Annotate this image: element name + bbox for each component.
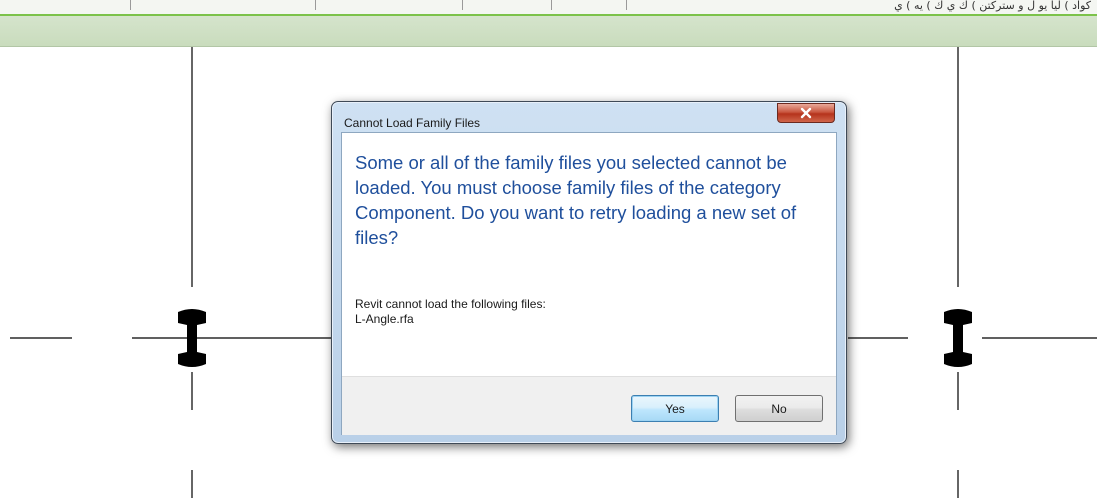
content-text: Revit cannot load the following files: L… [355, 297, 546, 327]
cannot-load-family-dialog: Cannot Load Family Files Some or all of … [331, 101, 847, 444]
dialog-title: Cannot Load Family Files [344, 116, 481, 130]
ribbon-separator [315, 0, 316, 10]
dialog-footer: Yes No [342, 376, 836, 435]
ribbon-panel-band [0, 16, 1097, 47]
steel-column-right [944, 309, 972, 367]
ribbon-separator [130, 0, 131, 10]
ribbon-tab-labels: كواد ) ليا يو ل و ستركتن ) ك ي ك ) يه ) … [894, 0, 1091, 12]
ribbon-separator [462, 0, 463, 10]
close-button[interactable] [777, 103, 835, 123]
no-button[interactable]: No [735, 395, 823, 422]
main-instruction: Some or all of the family files you sele… [355, 152, 797, 248]
ribbon-separator [551, 0, 552, 10]
ribbon-tab-strip: كواد ) ليا يو ل و ستركتن ) ك ي ك ) يه ) … [0, 0, 1097, 16]
yes-button[interactable]: Yes [631, 395, 719, 422]
ribbon-separator [626, 0, 627, 10]
dialog-content: Some or all of the family files you sele… [341, 132, 837, 435]
content-heading: Revit cannot load the following files: [355, 297, 546, 311]
close-icon [800, 107, 812, 119]
failed-file-name: L-Angle.rfa [355, 312, 414, 326]
